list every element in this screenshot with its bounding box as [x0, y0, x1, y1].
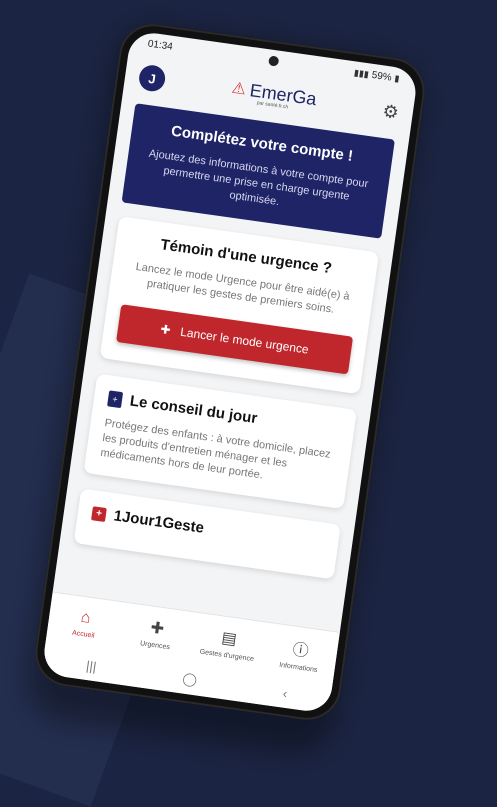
- battery-icon: ▮: [393, 72, 401, 84]
- book-icon: +: [107, 389, 124, 408]
- phone-frame: 01:34 ▮▮▮ 59% ▮ J ⚠ EmerGa par santé.fr.…: [31, 19, 429, 725]
- tab-informations[interactable]: ⓘ Informations: [263, 631, 337, 675]
- status-time: 01:34: [147, 37, 174, 53]
- home-icon: ⌂: [79, 608, 92, 627]
- tab-label: Informations: [278, 661, 318, 674]
- home-button-icon[interactable]: ◯: [181, 670, 199, 688]
- medkit-icon: ✚: [149, 619, 166, 638]
- gear-icon[interactable]: ⚙: [381, 100, 400, 123]
- main-content: Complétez votre compte ! Ajoutez des inf…: [57, 97, 409, 601]
- tab-gestes[interactable]: ▤ Gestes d'urgence: [192, 623, 266, 663]
- back-icon[interactable]: ‹: [282, 685, 288, 700]
- gesture-title: 1Jour1Geste: [112, 507, 206, 537]
- tab-urgences[interactable]: ✚ Urgences: [120, 613, 194, 653]
- status-icons: ▮▮▮ 59% ▮: [353, 67, 400, 84]
- recents-icon[interactable]: |||: [85, 657, 97, 673]
- signal-icon: ▮▮▮: [353, 66, 370, 79]
- tab-accueil[interactable]: ⌂ Accueil: [48, 604, 121, 642]
- avatar[interactable]: J: [137, 63, 167, 93]
- tab-label: Urgences: [139, 639, 171, 651]
- app-screen: 01:34 ▮▮▮ 59% ▮ J ⚠ EmerGa par santé.fr.…: [41, 29, 419, 715]
- tab-label: Gestes d'urgence: [199, 648, 255, 663]
- siren-icon: ⚠: [230, 79, 248, 99]
- witness-card: Témoin d'une urgence ? Lancez le mode Ur…: [99, 216, 380, 395]
- battery-level: 59%: [371, 69, 393, 84]
- info-icon: ⓘ: [291, 641, 310, 661]
- book-icon: ▤: [220, 629, 238, 648]
- tip-card[interactable]: + Le conseil du jour Protégez des enfant…: [83, 373, 357, 510]
- emergency-mode-label: Lancer le mode urgence: [179, 324, 310, 357]
- app-logo: ⚠ EmerGa par santé.fr.ch: [230, 77, 318, 114]
- first-aid-icon: +: [91, 505, 107, 522]
- medkit-icon: ✚: [159, 321, 172, 338]
- tab-label: Accueil: [71, 629, 95, 640]
